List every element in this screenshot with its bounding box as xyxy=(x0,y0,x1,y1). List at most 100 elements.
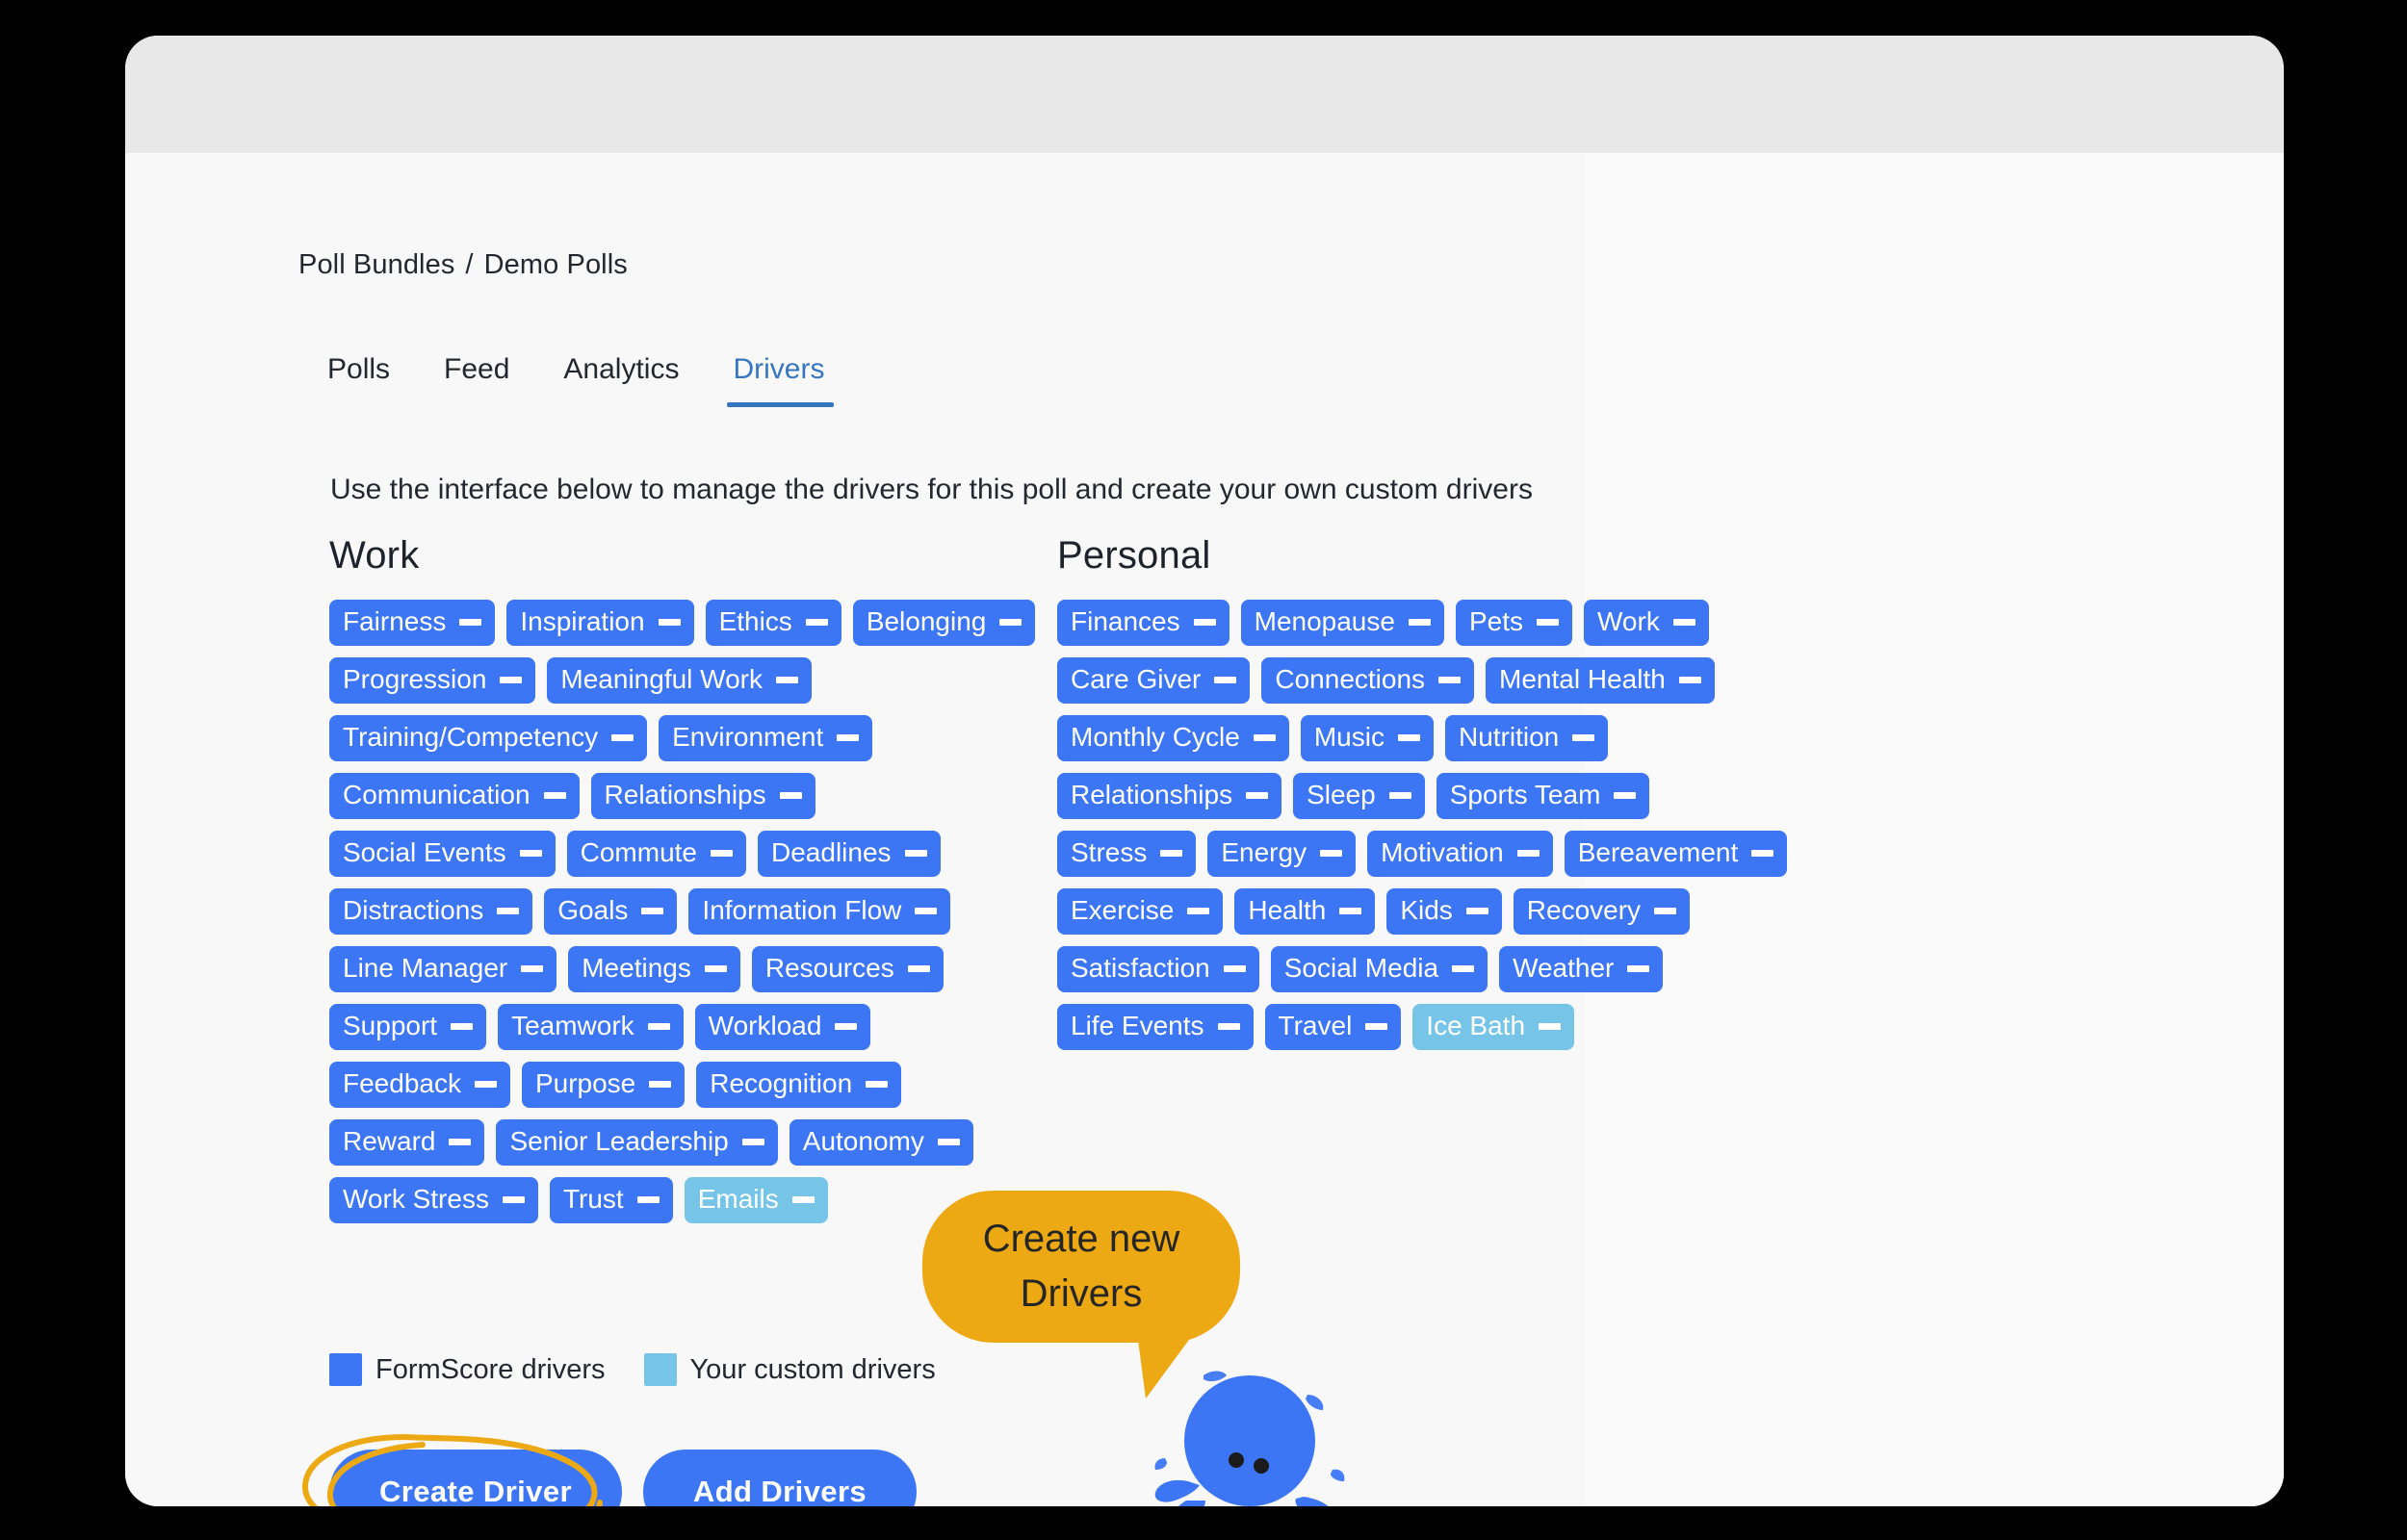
driver-chip[interactable]: Goals xyxy=(544,888,678,935)
remove-driver-minus-icon[interactable] xyxy=(636,1195,660,1203)
remove-driver-minus-icon[interactable] xyxy=(519,849,542,857)
remove-driver-minus-icon[interactable] xyxy=(543,791,566,799)
remove-driver-minus-icon[interactable] xyxy=(866,1080,889,1088)
driver-chip[interactable]: Music xyxy=(1300,715,1434,761)
driver-chip[interactable]: Information Flow xyxy=(688,888,951,935)
driver-chip[interactable]: Care Giver xyxy=(1057,657,1251,704)
remove-driver-minus-icon[interactable] xyxy=(999,618,1022,626)
breadcrumb-item-poll-bundles[interactable]: Poll Bundles xyxy=(298,249,454,280)
driver-chip[interactable]: Stress xyxy=(1057,831,1197,877)
driver-chip[interactable]: Sports Team xyxy=(1436,773,1650,819)
remove-driver-minus-icon[interactable] xyxy=(1320,849,1343,857)
driver-chip[interactable]: Motivation xyxy=(1367,831,1553,877)
remove-driver-minus-icon[interactable] xyxy=(1516,849,1540,857)
remove-driver-minus-icon[interactable] xyxy=(500,676,523,683)
driver-chip[interactable]: Satisfaction xyxy=(1057,946,1259,992)
remove-driver-minus-icon[interactable] xyxy=(937,1138,960,1145)
driver-chip[interactable]: Trust xyxy=(549,1177,673,1223)
driver-chip[interactable]: Life Events xyxy=(1057,1004,1254,1050)
driver-chip[interactable]: Weather xyxy=(1499,946,1664,992)
driver-chip[interactable]: Monthly Cycle xyxy=(1057,715,1289,761)
driver-chip[interactable]: Purpose xyxy=(521,1062,686,1108)
driver-chip[interactable]: Commute xyxy=(566,831,747,877)
driver-chip[interactable]: Feedback xyxy=(329,1062,510,1108)
remove-driver-minus-icon[interactable] xyxy=(658,618,681,626)
add-drivers-button[interactable]: Add Drivers xyxy=(642,1450,918,1506)
remove-driver-minus-icon[interactable] xyxy=(521,964,544,972)
remove-driver-minus-icon[interactable] xyxy=(791,1195,815,1203)
remove-driver-minus-icon[interactable] xyxy=(1253,733,1276,741)
remove-driver-minus-icon[interactable] xyxy=(704,964,727,972)
driver-chip[interactable]: Social Events xyxy=(329,831,556,877)
driver-chip[interactable]: Communication xyxy=(329,773,580,819)
remove-driver-minus-icon[interactable] xyxy=(835,1022,858,1030)
driver-chip[interactable]: Environment xyxy=(659,715,873,761)
remove-driver-minus-icon[interactable] xyxy=(502,1195,525,1203)
remove-driver-minus-icon[interactable] xyxy=(1365,1022,1388,1030)
create-driver-button[interactable]: Create Driver xyxy=(329,1450,622,1506)
driver-chip[interactable]: Sleep xyxy=(1293,773,1425,819)
remove-driver-minus-icon[interactable] xyxy=(915,907,938,914)
remove-driver-minus-icon[interactable] xyxy=(1672,618,1695,626)
driver-chip[interactable]: Nutrition xyxy=(1444,715,1609,761)
driver-chip[interactable]: Workload xyxy=(694,1004,871,1050)
remove-driver-minus-icon[interactable] xyxy=(1438,676,1462,683)
remove-driver-minus-icon[interactable] xyxy=(775,676,798,683)
remove-driver-minus-icon[interactable] xyxy=(1187,907,1210,914)
remove-driver-minus-icon[interactable] xyxy=(459,618,482,626)
remove-driver-minus-icon[interactable] xyxy=(1678,676,1701,683)
remove-driver-minus-icon[interactable] xyxy=(1408,618,1431,626)
remove-driver-minus-icon[interactable] xyxy=(1160,849,1183,857)
remove-driver-minus-icon[interactable] xyxy=(805,618,828,626)
driver-chip[interactable]: Emails xyxy=(684,1177,828,1223)
remove-driver-minus-icon[interactable] xyxy=(1214,676,1237,683)
driver-chip[interactable]: Energy xyxy=(1207,831,1357,877)
driver-chip[interactable]: Deadlines xyxy=(758,831,941,877)
remove-driver-minus-icon[interactable] xyxy=(1339,907,1362,914)
driver-chip[interactable]: Progression xyxy=(329,657,536,704)
breadcrumb-item-demo-polls[interactable]: Demo Polls xyxy=(484,249,628,280)
tab-drivers[interactable]: Drivers xyxy=(706,353,851,407)
remove-driver-minus-icon[interactable] xyxy=(1452,964,1475,972)
driver-chip[interactable]: Finances xyxy=(1057,600,1229,646)
remove-driver-minus-icon[interactable] xyxy=(1627,964,1650,972)
driver-chip[interactable]: Line Manager xyxy=(329,946,557,992)
remove-driver-minus-icon[interactable] xyxy=(1465,907,1488,914)
driver-chip[interactable]: Meetings xyxy=(568,946,740,992)
driver-chip[interactable]: Recognition xyxy=(696,1062,902,1108)
driver-chip[interactable]: Exercise xyxy=(1057,888,1224,935)
remove-driver-minus-icon[interactable] xyxy=(837,733,860,741)
remove-driver-minus-icon[interactable] xyxy=(647,1022,670,1030)
driver-chip[interactable]: Meaningful Work xyxy=(547,657,812,704)
remove-driver-minus-icon[interactable] xyxy=(1246,791,1269,799)
remove-driver-minus-icon[interactable] xyxy=(1654,907,1677,914)
driver-chip[interactable]: Ice Bath xyxy=(1412,1004,1575,1050)
remove-driver-minus-icon[interactable] xyxy=(1397,733,1420,741)
remove-driver-minus-icon[interactable] xyxy=(1388,791,1411,799)
remove-driver-minus-icon[interactable] xyxy=(1537,618,1559,626)
remove-driver-minus-icon[interactable] xyxy=(474,1080,497,1088)
driver-chip[interactable]: Travel xyxy=(1264,1004,1402,1050)
driver-chip[interactable]: Connections xyxy=(1261,657,1475,704)
remove-driver-minus-icon[interactable] xyxy=(497,907,520,914)
remove-driver-minus-icon[interactable] xyxy=(451,1022,474,1030)
driver-chip[interactable]: Mental Health xyxy=(1486,657,1715,704)
driver-chip[interactable]: Resources xyxy=(751,946,944,992)
driver-chip[interactable]: Training/Competency xyxy=(329,715,648,761)
remove-driver-minus-icon[interactable] xyxy=(1193,618,1216,626)
driver-chip[interactable]: Work Stress xyxy=(329,1177,538,1223)
driver-chip[interactable]: Inspiration xyxy=(506,600,694,646)
driver-chip[interactable]: Health xyxy=(1234,888,1376,935)
remove-driver-minus-icon[interactable] xyxy=(1223,964,1246,972)
remove-driver-minus-icon[interactable] xyxy=(649,1080,672,1088)
driver-chip[interactable]: Relationships xyxy=(590,773,815,819)
tab-analytics[interactable]: Analytics xyxy=(536,353,706,407)
driver-chip[interactable]: Ethics xyxy=(705,600,841,646)
driver-chip[interactable]: Kids xyxy=(1386,888,1502,935)
driver-chip[interactable]: Relationships xyxy=(1057,773,1282,819)
tab-polls[interactable]: Polls xyxy=(298,353,417,407)
tab-feed[interactable]: Feed xyxy=(417,353,536,407)
driver-chip[interactable]: Autonomy xyxy=(789,1119,973,1166)
driver-chip[interactable]: Menopause xyxy=(1240,600,1444,646)
driver-chip[interactable]: Distractions xyxy=(329,888,533,935)
